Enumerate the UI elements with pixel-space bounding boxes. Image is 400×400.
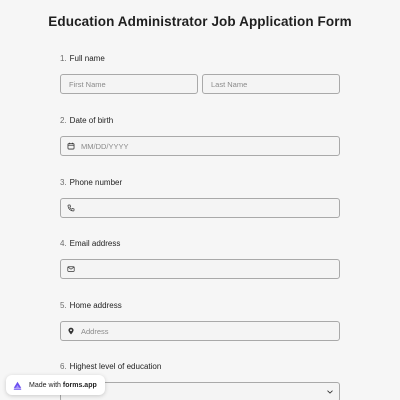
question-label: 3. Phone number	[60, 177, 340, 189]
question-home-address: 5. Home address Address	[60, 300, 340, 341]
last-name-placeholder: Last Name	[211, 79, 248, 89]
last-name-input[interactable]: Last Name	[202, 74, 340, 94]
question-full-name: 1. Full name First Name Last Name	[60, 53, 340, 94]
question-text: Phone number	[69, 178, 123, 187]
question-number: 6.	[60, 362, 67, 371]
question-phone-number: 3. Phone number	[60, 177, 340, 218]
question-number: 1.	[60, 54, 67, 63]
form-page: Education Administrator Job Application …	[0, 0, 400, 400]
made-with-badge[interactable]: Made with forms.app	[6, 375, 105, 395]
question-text: Email address	[69, 239, 121, 248]
mail-icon	[67, 265, 75, 273]
form-title: Education Administrator Job Application …	[48, 14, 352, 29]
forms-app-logo-icon	[11, 378, 24, 392]
question-text: Highest level of education	[69, 362, 162, 371]
question-number: 3.	[60, 178, 67, 187]
chevron-down-icon	[326, 388, 334, 396]
first-name-input[interactable]: First Name	[60, 74, 198, 94]
badge-prefix: Made with	[29, 381, 61, 389]
question-education-level: 6.Highest level of education Select	[60, 361, 340, 400]
date-of-birth-input[interactable]: MM/DD/YYYY	[60, 136, 340, 156]
question-number: 4.	[60, 239, 67, 248]
question-email-address: 4. Email address	[60, 238, 340, 279]
question-number: 5.	[60, 301, 67, 310]
question-label: 2. Date of birth	[60, 115, 340, 127]
home-address-input[interactable]: Address	[60, 321, 340, 341]
date-placeholder: MM/DD/YYYY	[81, 141, 129, 151]
question-text: Home address	[69, 301, 122, 310]
question-number: 2.	[60, 116, 67, 125]
question-label: 1. Full name	[60, 53, 340, 65]
first-name-placeholder: First Name	[69, 79, 106, 89]
question-label: 5. Home address	[60, 300, 340, 312]
email-input[interactable]	[60, 259, 340, 279]
address-placeholder: Address	[81, 326, 109, 336]
question-date-of-birth: 2. Date of birth MM/DD/YYYY	[60, 115, 340, 156]
badge-brand: forms.app	[62, 381, 97, 389]
question-label: 6. Highest level of education	[60, 361, 340, 373]
question-label: 4. Email address	[60, 238, 340, 250]
question-text: Full name	[69, 54, 105, 63]
calendar-icon	[67, 142, 75, 150]
question-text: Date of birth	[69, 116, 114, 125]
phone-number-input[interactable]	[60, 198, 340, 218]
location-pin-icon	[67, 327, 75, 335]
phone-icon	[67, 204, 75, 212]
